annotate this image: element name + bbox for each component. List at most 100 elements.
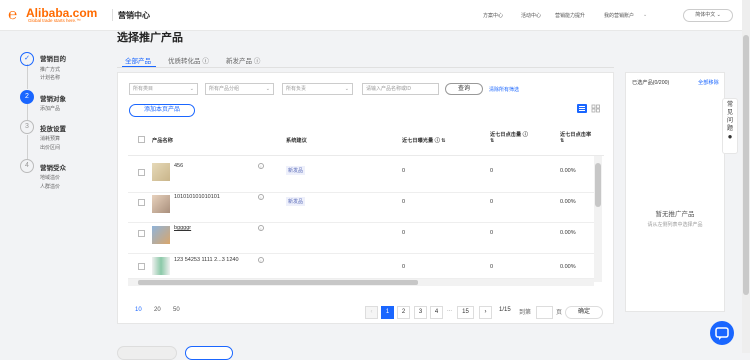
col-ctr[interactable]: 近七日点击率 ⇅ bbox=[560, 131, 591, 144]
info-icon[interactable]: i bbox=[258, 194, 264, 200]
step-title[interactable]: 营销受众 bbox=[40, 162, 66, 172]
category-select[interactable]: 所有类目 ⌄ bbox=[129, 83, 198, 95]
impressions-value: 0 bbox=[402, 264, 406, 270]
step-number: 3 bbox=[20, 120, 34, 134]
row-checkbox[interactable] bbox=[138, 199, 145, 206]
app-title: 营销中心 bbox=[118, 11, 150, 20]
step-title[interactable]: 营销目的 bbox=[40, 53, 66, 63]
step-sidebar: ✓ 营销目的 推广方式 计划名称 2 营销对象 添加产品 3 投放设置 消耗预算… bbox=[0, 31, 112, 353]
product-thumbnail bbox=[152, 195, 170, 213]
prev-page-button[interactable]: ‹ bbox=[365, 306, 378, 319]
info-icon: ⓘ bbox=[522, 132, 528, 138]
ctr-value: 0.00% bbox=[560, 199, 576, 205]
step-sub[interactable]: 地域溢价 bbox=[40, 174, 60, 181]
row-checkbox[interactable] bbox=[138, 169, 145, 176]
info-icon[interactable]: i bbox=[258, 163, 264, 169]
info-icon: ⓘ bbox=[253, 58, 261, 65]
col-clicks[interactable]: 近七日点击量 ⓘ ⇅ bbox=[490, 131, 528, 144]
page-unit-label: 页 bbox=[556, 310, 563, 316]
step-sub[interactable]: 计划名称 bbox=[40, 74, 60, 81]
step-title[interactable]: 营销对象 bbox=[40, 93, 66, 103]
add-page-products-button[interactable]: 添加本页产品 bbox=[129, 104, 195, 117]
col-label: 近七日曝光量 bbox=[402, 138, 434, 144]
product-name[interactable]: 123 54253 1111 2...3 1240 bbox=[174, 257, 239, 263]
chat-button[interactable] bbox=[710, 321, 734, 345]
step-sub[interactable]: 出价区间 bbox=[40, 144, 60, 151]
col-label: 近七日点击率 bbox=[560, 132, 592, 138]
page-2[interactable]: 2 bbox=[397, 306, 410, 319]
product-name[interactable]: bggggr bbox=[174, 225, 191, 231]
sort-icon[interactable]: ⇅ bbox=[441, 138, 445, 144]
step-sub[interactable]: 消耗预算 bbox=[40, 135, 60, 142]
row-checkbox[interactable] bbox=[138, 263, 145, 270]
select-all-checkbox[interactable] bbox=[138, 136, 145, 143]
tab-label: 新发产品 bbox=[226, 58, 252, 65]
row-checkbox[interactable] bbox=[138, 230, 145, 237]
top-header: ℮ Alibaba.com Global trade starts here.™… bbox=[0, 0, 750, 31]
search-input[interactable]: 请输入产品名称或ID bbox=[362, 83, 439, 95]
goto-page-input[interactable] bbox=[536, 306, 553, 319]
step-sub[interactable]: 推广方式 bbox=[40, 66, 60, 73]
nav-activity-center[interactable]: 活动中心 bbox=[521, 12, 541, 19]
page-1[interactable]: 1 bbox=[381, 306, 394, 319]
tab-quality-products[interactable]: 优质转化品 ⓘ bbox=[168, 55, 209, 65]
faq-label: 常见问题 bbox=[726, 102, 733, 132]
group-select[interactable]: 所有产品分组 ⌄ bbox=[205, 83, 274, 95]
list-view-icon[interactable] bbox=[577, 104, 587, 113]
step-sub[interactable]: 添加产品 bbox=[40, 105, 60, 112]
page-title: 选择推广产品 bbox=[117, 32, 183, 44]
page-15[interactable]: 15 bbox=[457, 306, 474, 319]
step-title[interactable]: 投放设置 bbox=[40, 123, 66, 133]
step-check-icon: ✓ bbox=[20, 52, 34, 66]
page-3[interactable]: 3 bbox=[414, 306, 427, 319]
table-vertical-scroll-thumb[interactable] bbox=[595, 163, 601, 207]
step-sub[interactable]: 人群溢价 bbox=[40, 183, 60, 190]
nav-my-account[interactable]: 我的营销账户 bbox=[604, 12, 634, 19]
nav-marketing-skills[interactable]: 营销能力提升 bbox=[555, 12, 585, 19]
step-connector bbox=[26, 104, 28, 120]
next-step-button[interactable] bbox=[185, 346, 233, 360]
page-size-50[interactable]: 50 bbox=[173, 307, 180, 313]
logo-tagline: Global trade starts here.™ bbox=[28, 18, 81, 23]
step-number: 2 bbox=[20, 90, 34, 104]
prev-step-button[interactable] bbox=[117, 346, 177, 360]
owner-select-value: 所有负责 bbox=[286, 86, 307, 92]
page-size-20[interactable]: 20 bbox=[154, 307, 161, 313]
col-impressions[interactable]: 近七日曝光量 ⓘ ⇅ bbox=[402, 137, 446, 144]
product-thumbnail bbox=[152, 226, 170, 244]
impressions-value: 0 bbox=[402, 168, 406, 174]
empty-title: 暂无推广产品 bbox=[655, 211, 695, 218]
goto-confirm-button[interactable]: 确定 bbox=[565, 306, 603, 319]
tab-all-products[interactable]: 全部产品 bbox=[125, 55, 151, 65]
page-scroll-thumb[interactable] bbox=[743, 35, 749, 295]
sort-icon[interactable]: ⇅ bbox=[490, 138, 494, 144]
grid-view-icon[interactable] bbox=[591, 104, 601, 113]
sort-icon[interactable]: ⇅ bbox=[560, 138, 564, 144]
info-icon[interactable]: i bbox=[258, 225, 264, 231]
table-horizontal-scroll-thumb[interactable] bbox=[138, 280, 418, 285]
owner-select[interactable]: 所有负责 ⌄ bbox=[282, 83, 353, 95]
chevron-down-icon[interactable]: ⌄ bbox=[643, 12, 647, 18]
clicks-value: 0 bbox=[490, 199, 494, 205]
chevron-down-icon: ⌄ bbox=[265, 86, 270, 92]
info-icon[interactable]: i bbox=[258, 257, 264, 263]
tab-new-products[interactable]: 新发产品 ⓘ bbox=[226, 55, 260, 65]
search-placeholder: 请输入产品名称或ID bbox=[366, 86, 412, 92]
clear-filters-link[interactable]: 清除所有筛选 bbox=[489, 86, 519, 93]
clicks-value: 0 bbox=[490, 230, 494, 236]
suggestion-tag: 新发品 bbox=[286, 197, 306, 206]
remove-all-link[interactable]: 全部移除 bbox=[698, 79, 719, 86]
nav-scheme-center[interactable]: 方案中心 bbox=[483, 12, 503, 19]
page-size-10[interactable]: 10 bbox=[135, 307, 142, 313]
ctr-value: 0.00% bbox=[560, 264, 576, 270]
page-4[interactable]: 4 bbox=[430, 306, 443, 319]
table-row[interactable]: 123 54253 1111 2...3 1240 i 0 0 0.00% bbox=[128, 248, 594, 279]
product-name[interactable]: 101010101010101 bbox=[174, 194, 220, 200]
next-page-button[interactable]: › bbox=[479, 306, 492, 319]
language-selector[interactable]: 简体中文 ⌄ bbox=[683, 9, 733, 22]
alibaba-logo[interactable]: ℮ Alibaba.com Global trade starts here.™ bbox=[8, 5, 108, 25]
faq-float-tab[interactable]: 常见问题 ● bbox=[722, 98, 738, 154]
product-name[interactable]: 456 bbox=[174, 163, 183, 169]
step-connector bbox=[26, 135, 28, 159]
search-button[interactable]: 查询 bbox=[445, 83, 483, 95]
